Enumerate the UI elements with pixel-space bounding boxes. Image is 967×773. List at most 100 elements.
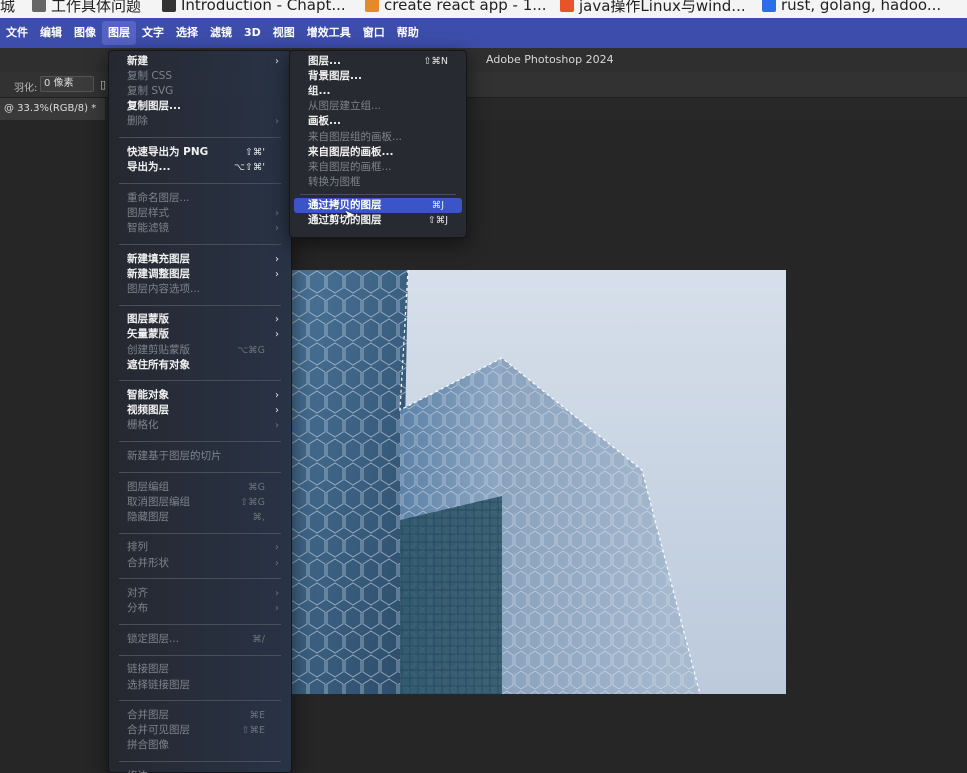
menu-item-label: 锁定图层... (127, 632, 180, 645)
menu-item: 创建剪贴蒙版 ⌥⌘G (109, 343, 291, 358)
menu-1[interactable]: 编辑 (34, 18, 68, 48)
menu-item: 取消图层编组 ⇧⌘G (109, 495, 291, 510)
menu-item-label: 智能滤镜 (127, 221, 169, 234)
menu-item[interactable]: 遮住所有对象 (109, 358, 291, 373)
menu-item: 排列 › (109, 540, 291, 555)
menu-9[interactable]: 增效工具 (301, 18, 357, 48)
canvas-image[interactable] (290, 270, 786, 694)
menu-item: 合并形状 › (109, 556, 291, 571)
menu-item: 复制 SVG (109, 84, 291, 99)
menu-item-label: 智能对象 (127, 389, 169, 402)
menu-item-label: 合并形状 (127, 556, 169, 569)
menu-item: 合并可见图层 ⇧⌘E (109, 723, 291, 738)
menu-item[interactable]: 组... (290, 84, 466, 99)
menu-separator (119, 578, 281, 580)
menu-11[interactable]: 帮助 (391, 18, 425, 48)
menu-item-shortcut: ⌥⌘G (237, 344, 265, 356)
menu-6[interactable]: 滤镜 (204, 18, 238, 48)
menu-item-label: 导出为... (127, 161, 171, 174)
menu-item[interactable]: 画板... (290, 114, 466, 129)
browser-bookmarks-bar: 城 工作具体问题 Introduction - Chapt... create rea… (0, 0, 967, 18)
chevron-right-icon: › (275, 557, 279, 569)
menu-item-label: 新建调整图层 (127, 267, 190, 280)
menu-item-label: 画板... (308, 115, 341, 128)
menu-item-shortcut: ⌘, (252, 511, 265, 523)
menu-item[interactable]: 来自图层的画板... (290, 145, 466, 160)
menu-separator (119, 532, 281, 534)
menu-separator (119, 243, 281, 245)
menu-item: 链接图层 (109, 662, 291, 677)
bookmark-favicon-icon (162, 0, 176, 12)
mouse-cursor-icon: ➤ (344, 208, 355, 223)
menu-2[interactable]: 图像 (68, 18, 102, 48)
menu-item[interactable]: 复制图层... (109, 99, 291, 114)
menu-item[interactable]: 新建填充图层 › (109, 252, 291, 267)
chevron-right-icon: › (275, 542, 279, 554)
bookmark-label: Introduction - Chapt... (181, 0, 346, 14)
bookmark-item[interactable]: rust, golang, hadoo... (762, 0, 941, 16)
menu-item-label: 来自图层组的画板... (308, 130, 403, 143)
feather-input[interactable]: 0 像素 (40, 76, 94, 92)
menu-8[interactable]: 视图 (267, 18, 301, 48)
menu-item-label: 创建剪贴蒙版 (127, 343, 190, 356)
menu-separator (119, 761, 281, 763)
menu-separator (119, 182, 281, 184)
menu-3[interactable]: 图层 (102, 21, 136, 45)
bookmark-item[interactable]: create react app - 1... (365, 0, 547, 16)
menu-item[interactable]: 智能对象 › (109, 388, 291, 403)
menu-item-label: 复制 SVG (127, 85, 174, 98)
menu-item-label: 隐藏图层 (127, 510, 169, 523)
menu-item-label: 分布 (127, 602, 148, 615)
chevron-right-icon: › (275, 253, 279, 265)
bookmark-item[interactable]: Introduction - Chapt... (162, 0, 346, 16)
menu-item-label: 来自图层的画框... (308, 160, 392, 173)
menu-item-label: 来自图层的画板... (308, 145, 394, 158)
layer-menu: 新建 › 复制 CSS 复制 SVG 复制图层... 删除 › 快速导出为 PNG ⇧⌘' 导出为… (108, 50, 292, 773)
chevron-right-icon: › (275, 329, 279, 341)
menu-item[interactable]: 图层蒙版 › (109, 312, 291, 327)
bookmark-label: 工作具体问题 (51, 0, 142, 15)
menu-item[interactable]: 视频图层 › (109, 403, 291, 418)
document-tab[interactable]: @ 33.3%(RGB/8) * (0, 98, 105, 120)
menu-item-shortcut: ⇧⌘J (427, 215, 448, 226)
menu-item-label: 对齐 (127, 587, 148, 600)
menu-item[interactable]: 导出为... ⌥⇧⌘' (109, 160, 291, 175)
menu-0[interactable]: 文件 (0, 18, 34, 48)
chevron-right-icon: › (275, 116, 279, 128)
bookmark-favicon-icon (762, 0, 776, 12)
bookmark-favicon-icon (32, 0, 46, 12)
menu-item[interactable]: 新建调整图层 › (109, 267, 291, 282)
menu-10[interactable]: 窗口 (357, 18, 391, 48)
bookmark-item[interactable]: 工作具体问题 (32, 0, 141, 16)
menu-item-label: 图层样式 (127, 206, 169, 219)
menu-item[interactable]: 背景图层... (290, 69, 466, 84)
menu-item-shortcut: ⇧⌘G (240, 496, 265, 508)
chevron-right-icon: › (275, 405, 279, 417)
new-submenu: 图层... ⇧⌘N 背景图层... 组... 从图层建立组... 画板... 来自图层组的画… (289, 50, 467, 238)
anti-alias-icon[interactable]: ▯ (100, 78, 106, 91)
menu-item: 分布 › (109, 601, 291, 616)
menu-item-label: 新建 (127, 55, 148, 67)
menu-item[interactable]: 图层... ⇧⌘N (290, 54, 466, 69)
menu-item: 选择链接图层 (109, 678, 291, 693)
menu-item-shortcut: ⇧⌘' (244, 147, 265, 158)
menu-item-label: 快速导出为 PNG (127, 146, 209, 158)
menu-item[interactable]: 矢量蒙版 › (109, 327, 291, 342)
menu-7[interactable]: 3D (238, 18, 267, 48)
menubar: 文件 编辑 图像 图层 文字 选择 滤镜 3D 视图 增效工具 窗口 帮助 (0, 18, 967, 48)
menu-item[interactable]: 通过拷贝的图层 ⌘J (294, 197, 462, 213)
menu-5[interactable]: 选择 (170, 18, 204, 48)
menu-item[interactable]: 新建 › (109, 54, 291, 69)
bookmark-item[interactable]: java操作Linux与wind... (560, 0, 746, 16)
menu-separator (119, 624, 281, 626)
menu-item: 修边› (109, 769, 291, 773)
menu-item-label: 链接图层 (127, 663, 169, 676)
menu-item-label: 矢量蒙版 (127, 328, 169, 341)
menu-item[interactable]: 通过剪切的图层 ⇧⌘J (290, 213, 466, 228)
bookmark-label: java操作Linux与wind... (579, 0, 746, 15)
menu-4[interactable]: 文字 (136, 18, 170, 48)
bookmark-item[interactable]: 城 (0, 0, 15, 16)
menu-item-label: 图层编组 (127, 480, 169, 493)
menu-separator (119, 654, 281, 656)
menu-item[interactable]: 快速导出为 PNG ⇧⌘' (109, 145, 291, 160)
